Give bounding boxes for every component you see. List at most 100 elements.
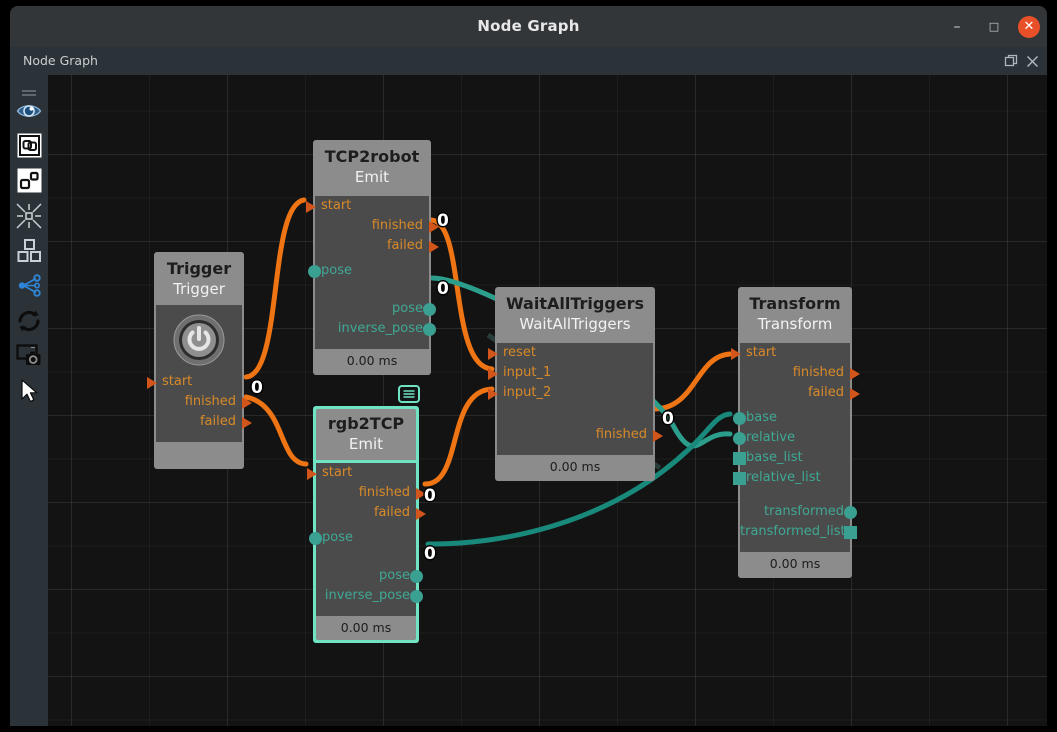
port-label: pose [321,263,352,278]
port-label: inverse_pose [337,321,423,336]
node-tcp2robot-header[interactable]: TCP2robot Emit [315,142,429,193]
port-transform-relative[interactable]: relative [733,428,850,448]
port-transform-transformed-list[interactable]: transformed_list [740,522,857,542]
visibility-tool[interactable] [10,93,48,128]
data-output-marker[interactable] [410,570,423,583]
exec-output-marker[interactable] [850,368,860,380]
node-rgb2tcp-header[interactable]: rgb2TCP Emit [316,409,416,460]
port-waitalltriggers-input-2[interactable]: input_2 [488,383,653,403]
close-button[interactable]: ✕ [1018,16,1040,38]
node-trigger[interactable]: Trigger Trigger start finished failed [147,252,252,469]
port-rgb2tcp-failed[interactable]: failed [316,503,426,523]
port-waitalltriggers-input-1[interactable]: input_1 [488,363,653,383]
port-label: failed [807,385,844,400]
port-label: failed [386,238,423,253]
port-transform-base-list[interactable]: base_list [733,448,850,468]
node-transform-header[interactable]: Transform Transform [740,289,850,340]
port-transform-failed[interactable]: failed [740,383,860,403]
pointer-tool[interactable] [10,373,48,408]
maximize-button[interactable]: □ [983,16,1005,38]
window-titlebar[interactable]: Node Graph – □ ✕ [10,6,1047,47]
exec-input-marker[interactable] [488,368,498,380]
port-waitalltriggers-reset[interactable]: reset [488,343,653,363]
node-waitalltriggers[interactable]: WaitAllTriggers WaitAllTriggers reset in… [488,287,663,481]
exec-input-marker[interactable] [731,348,741,360]
data-output-marker[interactable] [410,590,423,603]
port-rgb2tcp-finished[interactable]: finished [316,483,426,503]
exec-output-marker[interactable] [653,430,663,442]
port-rgb2tcp-start[interactable]: start [307,463,416,483]
port-label: reset [503,345,536,360]
trigger-power-wrap[interactable] [156,305,242,372]
data-input-marker[interactable] [308,265,321,278]
exec-output-marker[interactable] [850,388,860,400]
node-rgb2tcp-badge[interactable] [398,385,420,403]
exec-input-marker[interactable] [306,201,316,213]
float-panel-button[interactable] [1003,53,1020,70]
close-panel-button[interactable] [1024,53,1041,70]
node-rgb2tcp-name: rgb2TCP [327,414,405,433]
eye-icon [16,104,42,117]
data-list-output-marker[interactable] [844,526,857,539]
power-button-icon[interactable] [173,314,225,366]
port-transform-relative-list[interactable]: relative_list [733,468,850,488]
data-input-marker[interactable] [309,532,322,545]
node-tcp2robot-footer: 0.00 ms [315,349,429,373]
exec-input-marker[interactable] [488,388,498,400]
port-trigger-failed[interactable]: failed [156,412,252,432]
node-transform-footer: 0.00 ms [740,552,850,576]
graph-canvas[interactable]: Trigger Trigger start finished failed TC… [48,75,1047,726]
node-waitalltriggers-name: WaitAllTriggers [505,294,645,313]
port-tcp2robot-finished[interactable]: finished [315,216,439,236]
node-rgb2tcp[interactable]: rgb2TCP Emit start finished failed pose … [307,406,426,643]
exec-input-marker[interactable] [307,468,317,480]
screenshot-tool[interactable] [10,338,48,373]
port-transform-finished[interactable]: finished [740,363,860,383]
data-input-marker[interactable] [733,412,746,425]
refresh-tool[interactable] [10,303,48,338]
port-tcp2robot-pose-out[interactable]: pose [315,299,436,319]
arrange-tool[interactable] [10,233,48,268]
collapse-tool[interactable] [10,198,48,233]
exec-output-marker[interactable] [429,241,439,253]
data-output-marker[interactable] [423,323,436,336]
port-transform-base[interactable]: base [733,408,850,428]
node-waitalltriggers-header[interactable]: WaitAllTriggers WaitAllTriggers [497,289,653,340]
exec-output-marker[interactable] [242,417,252,429]
node-trigger-ports: start finished failed [147,305,252,442]
port-spacer [497,445,653,455]
port-trigger-finished[interactable]: finished [156,392,252,412]
data-list-input-marker[interactable] [733,452,746,465]
node-waitalltriggers-footer: 0.00 ms [497,455,653,479]
data-output-marker[interactable] [423,303,436,316]
node-trigger-header[interactable]: Trigger Trigger [156,254,242,305]
port-rgb2tcp-inverse-pose-out[interactable]: inverse_pose [316,586,423,606]
data-input-marker[interactable] [733,432,746,445]
exec-input-marker[interactable] [488,348,498,360]
minimize-button[interactable]: – [946,16,968,38]
data-list-input-marker[interactable] [733,472,746,485]
port-transform-start[interactable]: start [731,343,850,363]
port-label: start [746,345,777,360]
graph-connect-tool[interactable] [10,268,48,303]
exec-output-marker[interactable] [242,397,252,409]
port-tcp2robot-failed[interactable]: failed [315,236,439,256]
exec-output-marker[interactable] [416,508,426,520]
list-lines-icon[interactable] [398,385,420,403]
data-output-marker[interactable] [844,506,857,519]
port-label: finished [184,394,236,409]
port-rgb2tcp-pose-out[interactable]: pose [316,566,423,586]
group-select-tool[interactable] [10,128,48,163]
port-rgb2tcp-pose-in[interactable]: pose [309,528,416,548]
node-transform[interactable]: Transform Transform start finished faile… [731,287,860,578]
port-tcp2robot-start[interactable]: start [306,196,429,216]
port-trigger-start[interactable]: start [147,372,242,392]
node-layout-tool[interactable] [10,163,48,198]
port-transform-transformed[interactable]: transformed [740,502,857,522]
node-tcp2robot[interactable]: TCP2robot Emit start finished failed pos… [306,140,439,375]
port-tcp2robot-pose-in[interactable]: pose [308,261,429,281]
exec-input-marker[interactable] [147,377,157,389]
port-tcp2robot-inverse-pose-out[interactable]: inverse_pose [315,319,436,339]
port-waitalltriggers-finished[interactable]: finished [497,425,663,445]
minimize-icon: – [953,19,961,35]
